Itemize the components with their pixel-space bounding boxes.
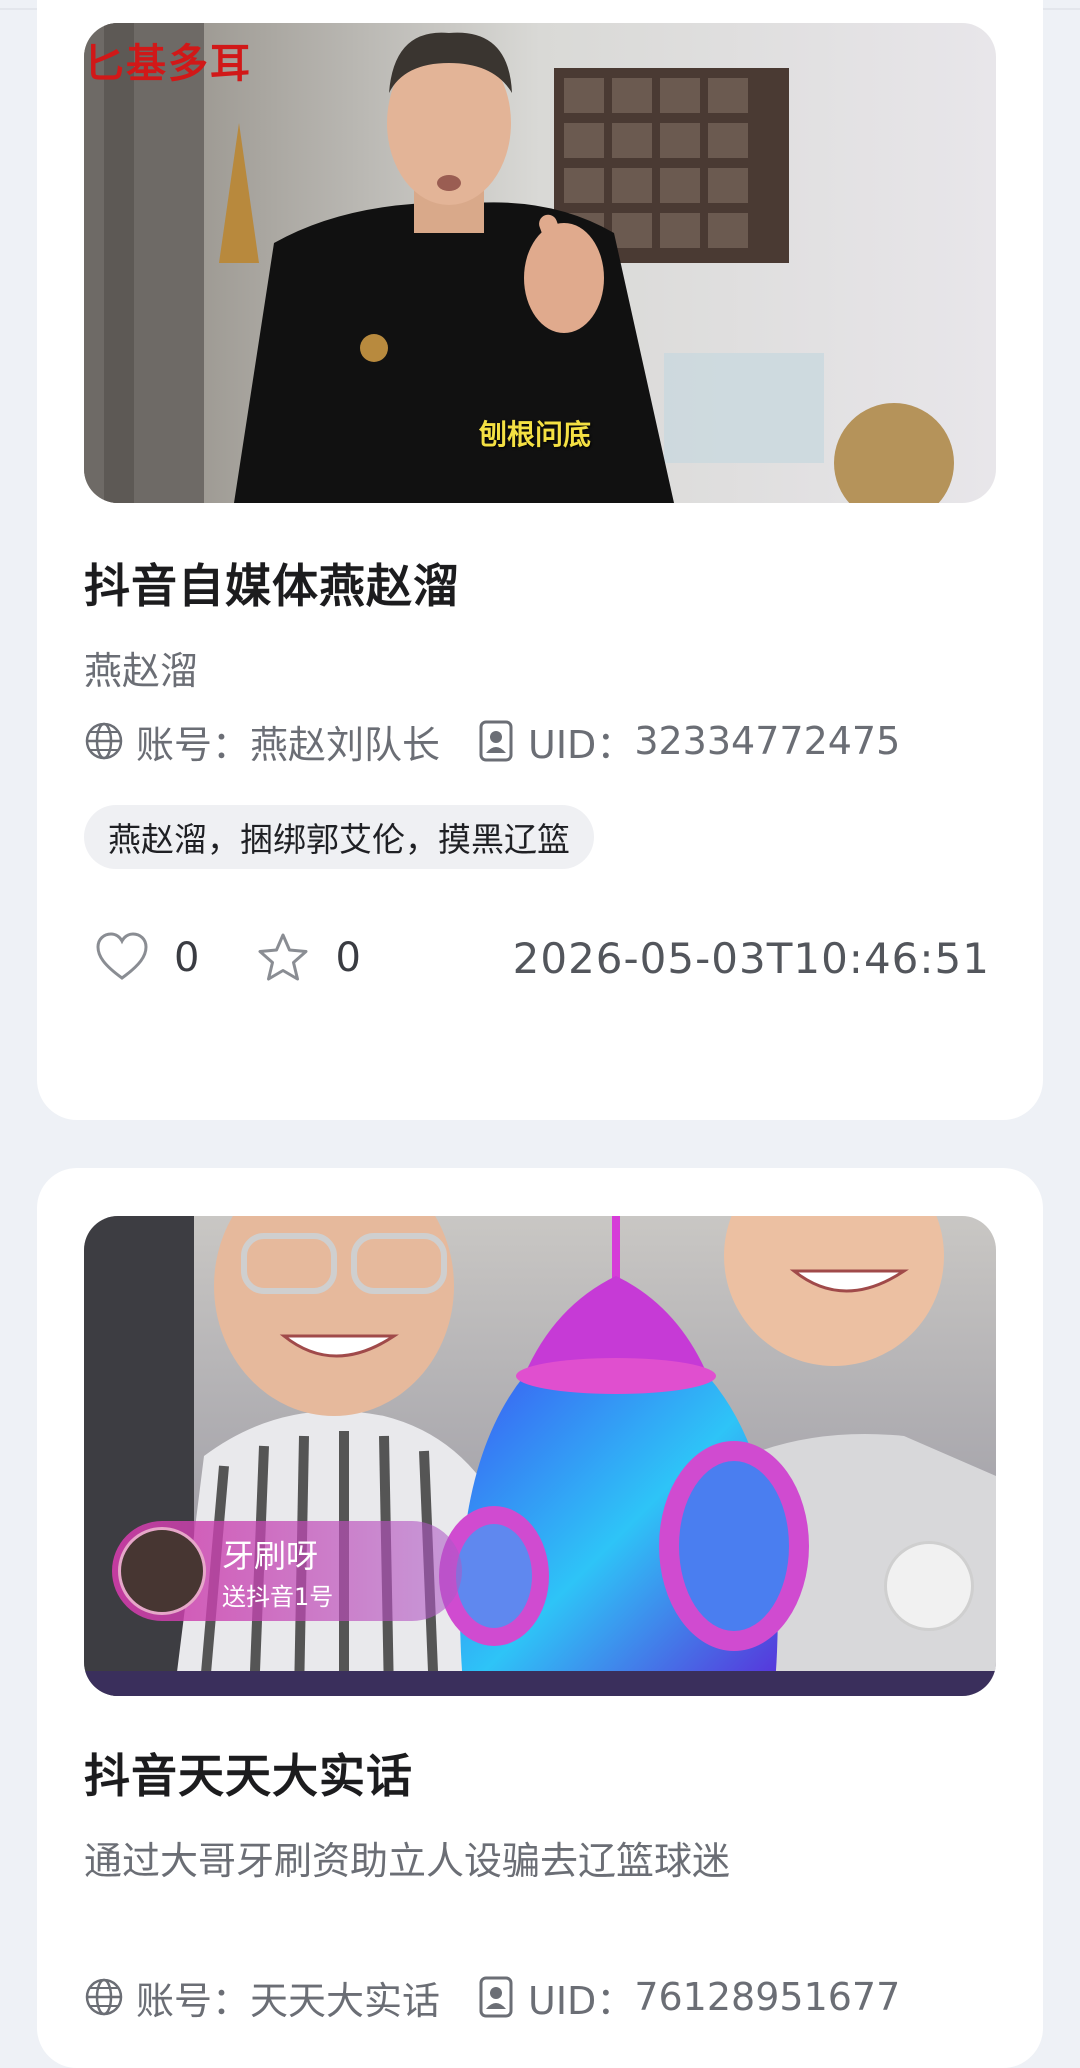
- star-icon: [258, 933, 308, 981]
- favorite-button[interactable]: 0: [255, 930, 361, 986]
- feed-card[interactable]: 牙刷呀 送抖音1号 抖音天天大实话 通过大哥牙刷资助立人设骗去辽篮球迷 账号： …: [37, 1168, 1043, 2068]
- account-row: 账号： 天天大实话 UID： 76128951677: [84, 1970, 900, 2024]
- uid-label: UID：: [528, 1978, 635, 2023]
- account-label: 账号：: [136, 1978, 251, 2023]
- heart-icon: [96, 932, 148, 980]
- account-label: 账号：: [136, 722, 251, 767]
- favorite-count: 0: [335, 935, 361, 981]
- account-value: 天天大实话: [250, 1978, 441, 2023]
- account-value: 燕赵刘队长: [250, 722, 441, 767]
- tag-chip[interactable]: 燕赵溜，捆绑郭艾伦，摸黑辽篮: [84, 805, 594, 869]
- gift-badge: 牙刷呀 送抖音1号: [112, 1521, 462, 1621]
- like-count: 0: [174, 935, 200, 981]
- publish-date: 2026-05-03T10:46:51: [512, 933, 990, 983]
- card-subtitle: 燕赵溜: [84, 649, 199, 693]
- globe-icon: [85, 722, 123, 760]
- avatar: [118, 1527, 206, 1615]
- thumbnail-caption: 刨根问底: [479, 418, 592, 451]
- uid-label: UID：: [528, 722, 635, 767]
- gift-sender-name: 牙刷呀: [222, 1537, 319, 1575]
- video-thumbnail[interactable]: 匕基多耳 刨根问底: [84, 23, 996, 503]
- video-thumbnail-image: [84, 1216, 996, 1696]
- card-subtitle: 通过大哥牙刷资助立人设骗去辽篮球迷: [84, 1839, 731, 1883]
- card-title[interactable]: 抖音自媒体燕赵溜: [84, 550, 460, 616]
- account-row: 账号： 燕赵刘队长 UID： 32334772475: [84, 714, 900, 768]
- like-button[interactable]: 0: [94, 930, 199, 986]
- card-title[interactable]: 抖音天天大实话: [84, 1740, 413, 1806]
- avatar: [884, 1541, 974, 1631]
- globe-icon: [85, 1978, 123, 2016]
- gift-description: 送抖音1号: [222, 1583, 334, 1611]
- video-thumbnail[interactable]: 牙刷呀 送抖音1号: [84, 1216, 996, 1696]
- thumbnail-corner-text: 匕基多耳: [84, 40, 252, 87]
- uid-value: 76128951677: [634, 1975, 901, 2019]
- uid-value: 32334772475: [634, 719, 901, 763]
- id-badge-icon: [479, 720, 513, 762]
- card-actions: 0 0 2026-05-03T10:46:51: [94, 923, 1034, 993]
- feed-card[interactable]: 匕基多耳 刨根问底 抖音自媒体燕赵溜 燕赵溜 账号： 燕赵刘队长 UID： 32…: [37, 0, 1043, 1120]
- id-badge-icon: [479, 1976, 513, 2018]
